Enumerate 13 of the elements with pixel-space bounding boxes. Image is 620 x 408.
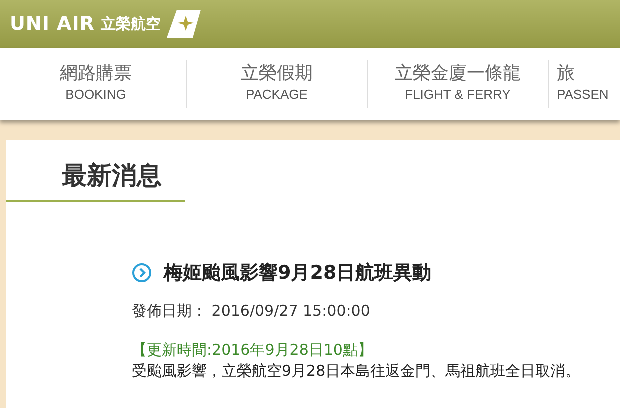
logo-text: UNI AIR [10,13,95,35]
chevron-circle-icon [132,263,152,283]
update-time: 【更新時間:2016年9月28日10點】 [132,341,374,360]
article-title[interactable]: 梅姬颱風影響9月28日航班異動 [164,260,432,286]
section-title: 最新消息 [62,160,163,192]
nav-item[interactable]: 網路購票 BOOKING [6,60,187,108]
publish-date: 發佈日期： 2016/09/27 15:00:00 [132,302,372,321]
tail-logo-icon [166,10,201,38]
article-body: 受颱風影響，立榮航空9月28日本島往返金門、馬祖航班全日取消。 [132,362,582,381]
nav-item[interactable]: 旅 PASSEN [549,60,620,108]
nav-item[interactable]: 立榮假期 PACKAGE [187,60,368,108]
logo-chinese-text: 立榮航空 [100,14,161,34]
nav-item[interactable]: 立榮金廈一條龍 FLIGHT & FERRY [368,60,549,108]
